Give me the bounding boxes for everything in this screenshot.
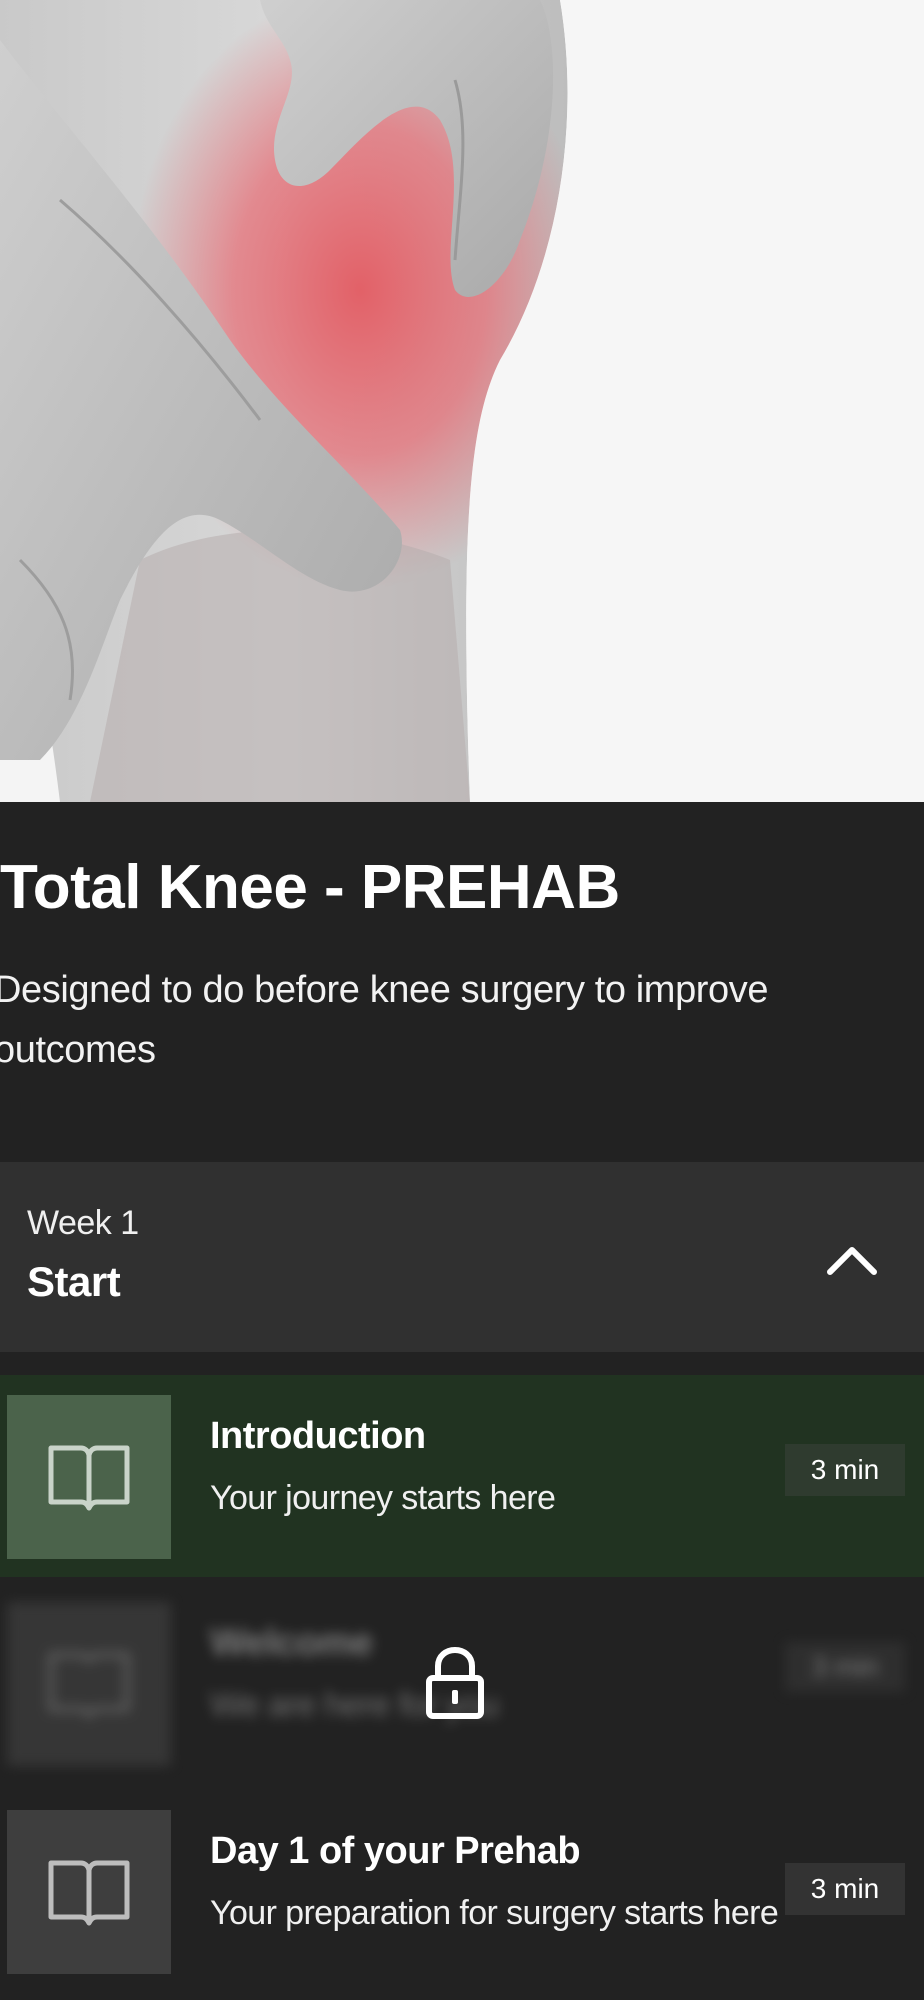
chevron-up-icon[interactable] (822, 1230, 882, 1290)
hero-image (0, 0, 924, 802)
duration-badge: 3 min (785, 1444, 905, 1496)
lesson-subtitle: Your journey starts here (210, 1479, 556, 1517)
lesson-thumbnail (7, 1602, 171, 1766)
book-icon (48, 1860, 130, 1926)
book-icon (48, 1445, 130, 1511)
lesson-thumbnail (7, 1395, 171, 1559)
lesson-subtitle: Your preparation for surgery starts here (210, 1894, 779, 1932)
lesson-item-locked: Welcome We are here for you 3 min (0, 1582, 924, 1782)
page-title: Total Knee - PREHAB (0, 853, 620, 922)
week-title: Start (27, 1258, 121, 1305)
week-section-header[interactable]: Week 1 Start (0, 1162, 924, 1352)
duration-badge: 3 min (785, 1863, 905, 1915)
duration-badge: 3 min (785, 1642, 905, 1692)
lesson-title: Welcome (210, 1622, 373, 1664)
week-label: Week 1 (27, 1204, 139, 1242)
lesson-thumbnail (7, 1810, 171, 1974)
lesson-title: Day 1 of your Prehab (210, 1830, 581, 1872)
lesson-title: Introduction (210, 1415, 426, 1457)
lock-icon (426, 1646, 484, 1719)
lesson-subtitle: We are here for you (210, 1686, 499, 1724)
program-description: Designed to do before knee surgery to im… (0, 969, 769, 1071)
book-icon (48, 1652, 130, 1719)
